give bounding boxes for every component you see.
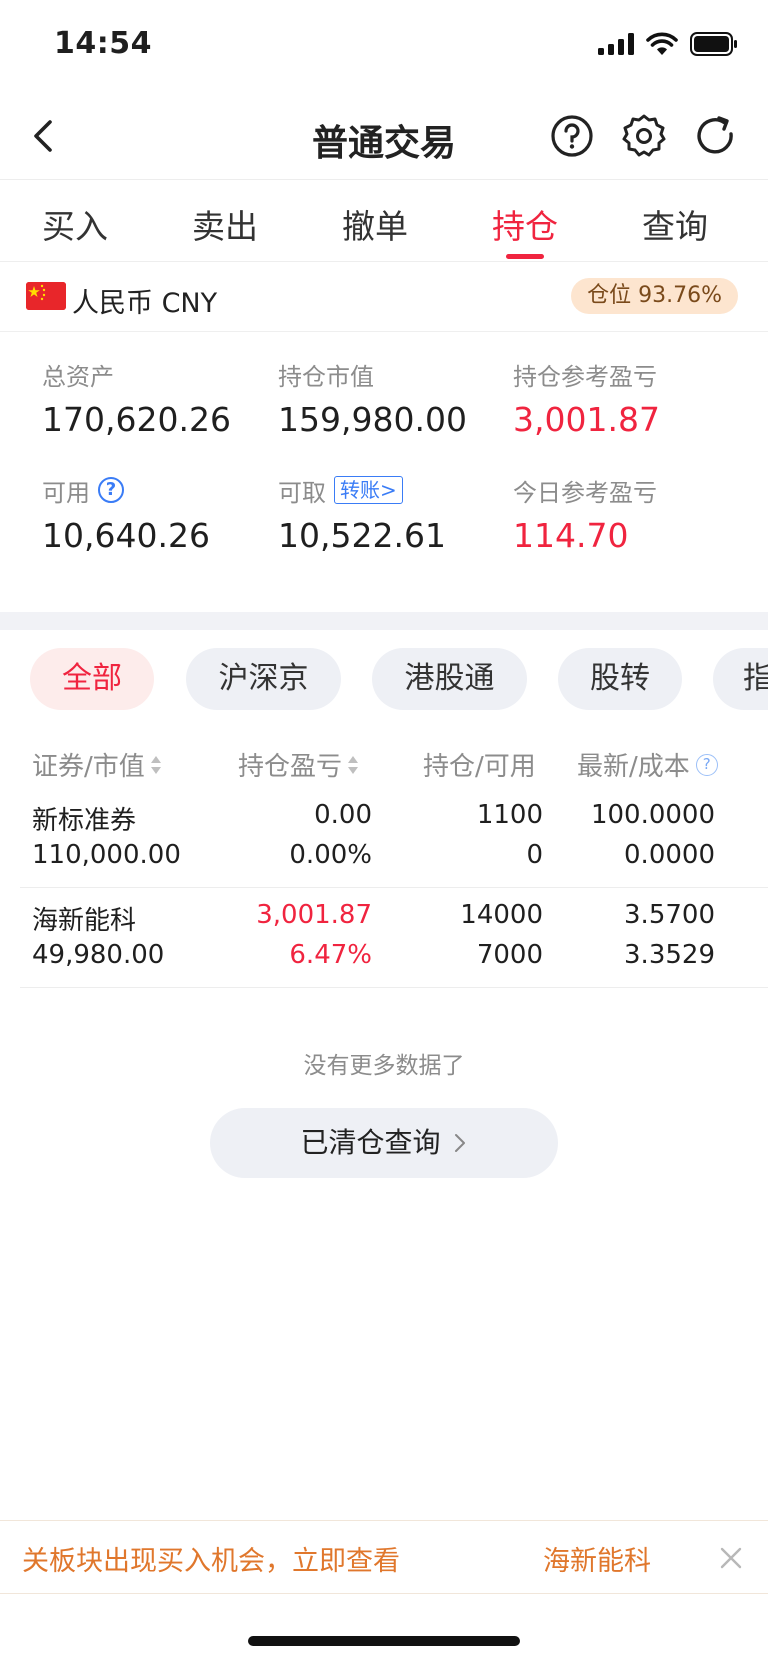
available-qty: 7000 <box>476 940 543 970</box>
trade-tabs: 买入 卖出 撤单 持仓 查询 <box>0 180 768 262</box>
total-assets: 总资产 170,620.26 <box>42 356 272 440</box>
sort-arrows-icon <box>150 755 161 775</box>
asset-summary: 总资产 170,620.26 持仓市值 159,980.00 持仓参考盈亏 3,… <box>0 332 768 612</box>
market-filter-chips: 全部 沪深京 港股通 股转 指 <box>0 648 768 712</box>
today-pnl-label: 今日参考盈亏 <box>513 478 657 507</box>
market-value-label: 持仓市值 <box>278 362 374 391</box>
china-flag-icon <box>26 282 66 310</box>
nav-bar: 普通交易 <box>0 92 768 180</box>
status-bar: 14:54 <box>0 0 768 92</box>
header-security-label: 证券/市值 <box>32 752 145 782</box>
position-pnl-pct: 0.00% <box>289 840 372 870</box>
withdrawable-label-row: 可取 转账> <box>278 472 508 508</box>
position-pnl: 3,001.87 <box>256 900 372 930</box>
section-divider <box>0 612 768 630</box>
help-icon[interactable] <box>548 112 596 160</box>
banner-stock-name[interactable]: 海新能科 <box>543 1539 651 1578</box>
withdrawable-value: 10,522.61 <box>278 516 446 555</box>
header-security[interactable]: 证券/市值 <box>32 746 161 783</box>
cleared-positions-button[interactable]: 已清仓查询 <box>210 1108 558 1178</box>
status-icons <box>598 32 738 56</box>
table-row[interactable]: 海新能科 49,980.00 3,001.87 6.47% 14000 7000… <box>20 890 768 988</box>
today-pnl: 今日参考盈亏 114.70 <box>513 472 743 556</box>
filter-index[interactable]: 指 <box>713 648 768 710</box>
currency-row: 人民币 CNY 仓位 93.76% <box>0 262 768 332</box>
reference-pnl: 持仓参考盈亏 3,001.87 <box>513 356 743 440</box>
cost-price: 0.0000 <box>624 840 715 870</box>
position-ratio-badge: 仓位 93.76% <box>571 278 738 314</box>
available-qty: 0 <box>526 840 543 870</box>
tab-positions[interactable]: 持仓 <box>450 180 600 261</box>
security-name: 新标准券 <box>32 806 137 836</box>
market-value-value: 159,980.00 <box>278 400 467 439</box>
withdrawable-funds: 可取 转账> 10,522.61 <box>278 472 508 555</box>
position-pnl-pct: 6.47% <box>289 940 372 970</box>
latest-price: 3.5700 <box>624 900 715 930</box>
positions-table-header: 证券/市值 持仓盈亏 持仓/可用 最新/成本 ? <box>0 738 768 786</box>
battery-icon <box>690 32 737 56</box>
available-funds: 可用 ? 10,640.26 <box>42 472 272 555</box>
holding-qty: 14000 <box>460 900 543 930</box>
header-pnl-label: 持仓盈亏 <box>238 752 343 782</box>
wifi-icon <box>646 32 678 55</box>
tab-sell[interactable]: 卖出 <box>150 180 300 261</box>
cost-price: 3.3529 <box>624 940 715 970</box>
transfer-link[interactable]: 转账> <box>334 476 403 504</box>
total-assets-label: 总资产 <box>42 362 114 391</box>
tab-buy[interactable]: 买入 <box>0 180 150 261</box>
question-mark-icon[interactable]: ? <box>695 753 718 776</box>
withdrawable-label: 可取 <box>278 478 326 507</box>
cellular-signal-icon <box>598 33 634 55</box>
tab-query[interactable]: 查询 <box>600 180 750 261</box>
chevron-right-icon <box>455 1134 466 1152</box>
home-indicator <box>248 1636 520 1646</box>
latest-price: 100.0000 <box>590 800 715 830</box>
header-pnl[interactable]: 持仓盈亏 <box>238 746 359 783</box>
header-latest-cost: 最新/成本 ? <box>577 746 718 783</box>
filter-sh-sz-bj[interactable]: 沪深京 <box>186 648 341 710</box>
market-value: 持仓市值 159,980.00 <box>278 356 508 440</box>
cleared-positions-label: 已清仓查询 <box>300 1126 441 1159</box>
currency-label: 人民币 CNY <box>72 288 218 319</box>
filter-all[interactable]: 全部 <box>30 648 154 710</box>
reference-pnl-value: 3,001.87 <box>513 400 660 439</box>
total-assets-value: 170,620.26 <box>42 400 231 439</box>
header-latest-cost-label: 最新/成本 <box>577 752 690 782</box>
header-holdings: 持仓/可用 <box>423 746 536 783</box>
table-row[interactable]: 新标准券 110,000.00 0.00 0.00% 1100 0 100.00… <box>20 790 768 888</box>
sort-arrows-icon <box>348 755 359 775</box>
security-name: 海新能科 <box>32 906 137 936</box>
available-label-row: 可用 ? <box>42 472 272 508</box>
tab-cancel[interactable]: 撤单 <box>300 180 450 261</box>
position-pnl: 0.00 <box>314 800 372 830</box>
security-market-value: 49,980.00 <box>32 940 165 970</box>
reference-pnl-label: 持仓参考盈亏 <box>513 362 657 391</box>
filter-share-transfer[interactable]: 股转 <box>558 648 682 710</box>
available-label: 可用 <box>42 478 90 507</box>
close-icon[interactable] <box>716 1543 746 1573</box>
filter-hk-connect[interactable]: 港股通 <box>372 648 527 710</box>
promo-banner[interactable]: 关板块出现买入机会，立即查看 海新能科 <box>0 1520 768 1594</box>
no-more-data-text: 没有更多数据了 <box>303 1053 465 1079</box>
refresh-icon[interactable] <box>692 112 740 160</box>
today-pnl-value: 114.70 <box>513 516 629 555</box>
settings-gear-icon[interactable] <box>620 112 668 160</box>
security-market-value: 110,000.00 <box>32 840 181 870</box>
question-mark-icon[interactable]: ? <box>98 477 124 503</box>
holding-qty: 1100 <box>476 800 543 830</box>
available-value: 10,640.26 <box>42 516 210 555</box>
header-holdings-label: 持仓/可用 <box>423 752 536 782</box>
status-time: 14:54 <box>54 26 152 61</box>
banner-message[interactable]: 关板块出现买入机会，立即查看 <box>22 1539 400 1578</box>
